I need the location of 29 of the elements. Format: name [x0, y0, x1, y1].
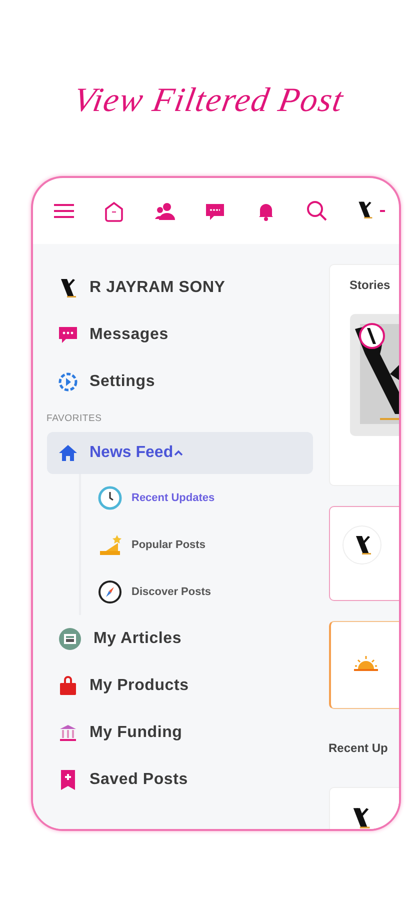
compass-icon — [98, 580, 122, 604]
newspaper-icon — [58, 626, 82, 650]
sidebar-item[interactable]: My Articles — [46, 615, 328, 662]
submenu-item[interactable]: Recent Updates — [80, 474, 328, 521]
shopping-bag-icon — [58, 676, 78, 696]
submenu-item[interactable]: Discover Posts — [80, 568, 328, 615]
page-title: View Filtered Post — [70, 82, 346, 120]
chat-bubble-icon — [58, 324, 78, 344]
home-icon[interactable] — [103, 200, 126, 222]
sidebar-item[interactable]: My Products — [46, 662, 328, 709]
sidebar-item[interactable]: News Feed — [46, 432, 312, 474]
submenu-item[interactable]: Popular Posts — [80, 521, 328, 568]
settings-icon — [58, 372, 78, 392]
avatar-icon — [342, 525, 382, 565]
home-icon — [58, 443, 78, 463]
profile-item[interactable]: R JAYRAM SONY — [46, 264, 328, 311]
search-icon[interactable] — [306, 200, 328, 222]
section-heading: Stories — [350, 278, 392, 292]
sidebar-item[interactable]: My Funding — [46, 709, 328, 756]
bank-icon — [58, 722, 78, 742]
sunrise-icon — [352, 654, 378, 672]
clock-icon — [98, 486, 122, 510]
section-heading: Recent Up — [328, 741, 389, 755]
rising-bars-icon — [98, 532, 122, 556]
sidebar-item[interactable]: Messages — [46, 311, 328, 358]
sidebar-item[interactable]: Settings — [46, 358, 328, 405]
people-icon[interactable] — [154, 200, 176, 222]
sidebar-item[interactable]: Saved Posts — [46, 756, 328, 803]
section-label: FAVORITES — [46, 412, 103, 426]
